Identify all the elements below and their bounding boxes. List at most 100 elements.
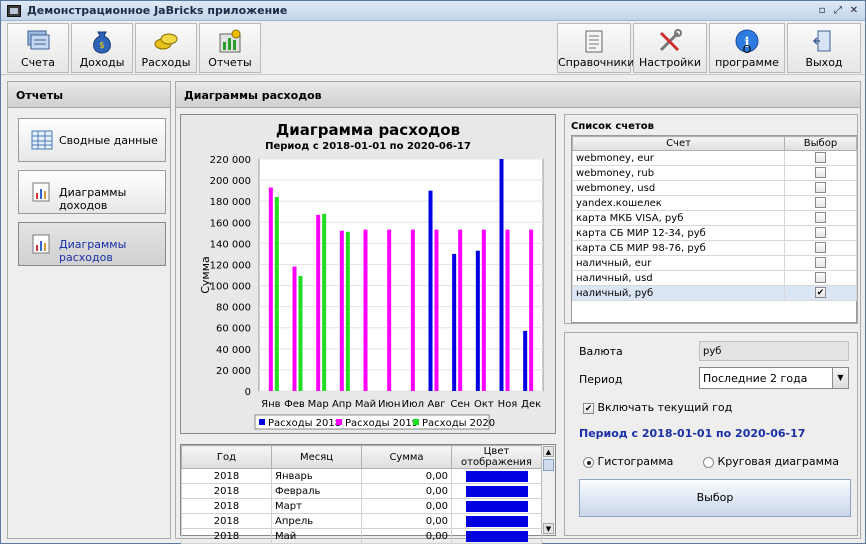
app-window: Демонстрационное JaBricks приложение ▫ ⤢…	[0, 0, 866, 544]
account-name: карта СБ МИР 98-76, руб	[572, 240, 785, 256]
legend-swatch	[413, 419, 419, 425]
toolbar-income-button[interactable]: $ Доходы	[71, 23, 133, 73]
table-row[interactable]: 2018 Апрель 0,00	[181, 513, 542, 529]
toolbar-accounts-button[interactable]: Счета	[7, 23, 69, 73]
account-row[interactable]: webmoney, usd	[572, 180, 857, 196]
x-tick-label: Мар	[308, 399, 329, 410]
y-tick-label: 0	[245, 387, 251, 398]
toolbar-settings-label: Настройки	[638, 56, 702, 69]
reference-icon	[585, 30, 603, 53]
period-label: Период	[579, 373, 623, 386]
bar-Расходы 2020-Апр	[345, 231, 350, 391]
table-scrollbar[interactable]: ▲ ▼	[541, 445, 555, 535]
toolbar-expenses-button[interactable]: Расходы	[135, 23, 197, 73]
y-tick-label: 180 000	[210, 197, 251, 208]
table-row[interactable]: 2018 Январь 0,00	[181, 468, 542, 484]
table-row[interactable]: 2018 Май 0,00	[181, 528, 542, 544]
bar-Расходы 2018-Сен	[452, 253, 457, 391]
toolbar-about-button[interactable]: i О программе	[709, 23, 785, 73]
col-header-select[interactable]: Выбор	[784, 136, 857, 151]
account-checkbox[interactable]	[815, 152, 826, 164]
col-header-sum[interactable]: Сумма	[361, 445, 452, 469]
x-tick-label: Янв	[261, 399, 280, 410]
bar-Расходы 2019-Май	[363, 229, 368, 391]
bar-Расходы 2020-Янв	[274, 196, 279, 391]
y-tick-label: 140 000	[210, 239, 251, 250]
col-header-account[interactable]: Счет	[572, 136, 785, 151]
account-checkbox[interactable]	[815, 197, 826, 209]
y-tick-label: 40 000	[216, 345, 251, 356]
account-name: карта СБ МИР 12-34, руб	[572, 225, 785, 241]
sidebar-item-label: Сводные данные	[59, 134, 158, 147]
color-swatch	[465, 500, 528, 512]
svg-text:$: $	[99, 41, 105, 51]
toolbar-settings-button[interactable]: Настройки	[633, 23, 707, 73]
col-header-month[interactable]: Месяц	[271, 445, 362, 469]
bar-Расходы 2019-Мар	[316, 214, 321, 391]
toolbar-reports-button[interactable]: Отчеты	[199, 23, 261, 73]
cell-month: Март	[271, 498, 362, 514]
account-select-cell	[784, 225, 857, 241]
sidebar-item-summary[interactable]: Сводные данные	[18, 118, 166, 162]
account-checkbox[interactable]	[815, 242, 826, 254]
scroll-thumb[interactable]	[543, 459, 554, 471]
account-checkbox[interactable]	[815, 272, 826, 284]
sidebar-item-expense-charts[interactable]: Диаграммы расходов	[18, 222, 166, 266]
account-select-cell: ✔	[784, 285, 857, 301]
account-checkbox[interactable]	[815, 227, 826, 239]
account-row[interactable]: наличный, usd	[572, 270, 857, 286]
account-row[interactable]: webmoney, rub	[572, 165, 857, 181]
table-row[interactable]: 2018 Февраль 0,00	[181, 483, 542, 499]
account-checkbox[interactable]	[815, 182, 826, 194]
account-checkbox[interactable]	[815, 257, 826, 269]
select-button[interactable]: Выбор	[579, 479, 851, 517]
period-select[interactable]: Последние 2 года ▼	[699, 367, 849, 389]
account-select-cell	[784, 165, 857, 181]
close-icon[interactable]: ✕	[847, 4, 861, 18]
radio-icon[interactable]	[583, 456, 594, 468]
radio-icon[interactable]	[703, 456, 714, 468]
toolbar-exit-button[interactable]: Выход	[787, 23, 861, 73]
checkbox-icon[interactable]: ✔	[583, 402, 594, 414]
cell-year: 2018	[181, 498, 272, 514]
minimize-icon[interactable]: ▫	[815, 4, 829, 18]
accounts-title: Список счетов	[571, 121, 654, 132]
account-row[interactable]: yandex.кошелек	[572, 195, 857, 211]
bar-Расходы 2019-Ноя	[505, 229, 510, 391]
scroll-down-icon[interactable]: ▼	[543, 523, 554, 534]
bar-Расходы 2019-Янв	[268, 187, 273, 391]
account-name: наличный, eur	[572, 255, 785, 271]
account-checkbox[interactable]	[815, 212, 826, 224]
scroll-up-icon[interactable]: ▲	[543, 446, 554, 457]
sidebar-item-income-charts[interactable]: Диаграммы доходов	[18, 170, 166, 214]
col-header-year[interactable]: Год	[181, 445, 272, 469]
table-row[interactable]: 2018 Март 0,00	[181, 498, 542, 514]
window-title: Демонстрационное JaBricks приложение	[27, 4, 288, 17]
radio-pie[interactable]: Круговая диаграмма	[703, 455, 839, 468]
account-row[interactable]: карта СБ МИР 12-34, руб	[572, 225, 857, 241]
cell-color	[451, 483, 542, 499]
expense-charts-panel: Диаграммы расходов Диаграмма расходов Пе…	[175, 81, 861, 544]
x-tick-label: Дек	[521, 399, 541, 410]
y-tick-label: 200 000	[210, 176, 251, 187]
reports-icon	[219, 29, 241, 53]
account-row[interactable]: webmoney, eur	[572, 150, 857, 166]
maximize-icon[interactable]: ⤢	[831, 4, 845, 18]
col-header-color[interactable]: Цвет отображения	[451, 445, 542, 469]
sidebar-item-label: Диаграммы доходов	[59, 186, 127, 212]
sidebar-item-label: Диаграммы расходов	[59, 238, 127, 264]
chevron-down-icon[interactable]: ▼	[832, 368, 848, 388]
account-select-cell	[784, 180, 857, 196]
account-checkbox[interactable]	[815, 167, 826, 179]
account-name: наличный, руб	[572, 285, 785, 301]
toolbar-reference-button[interactable]: Справочники	[557, 23, 634, 73]
account-row[interactable]: карта МКБ VISA, руб	[572, 210, 857, 226]
bar-Расходы 2019-Сен	[458, 229, 463, 391]
account-checkbox[interactable]: ✔	[815, 287, 826, 299]
color-swatch	[465, 470, 528, 482]
account-row[interactable]: наличный, руб ✔	[572, 285, 857, 301]
account-row[interactable]: карта СБ МИР 98-76, руб	[572, 240, 857, 256]
account-row[interactable]: наличный, eur	[572, 255, 857, 271]
radio-histogram[interactable]: Гистограмма	[583, 455, 673, 468]
include-current-year-checkbox[interactable]: ✔ Включать текущий год	[583, 401, 732, 414]
